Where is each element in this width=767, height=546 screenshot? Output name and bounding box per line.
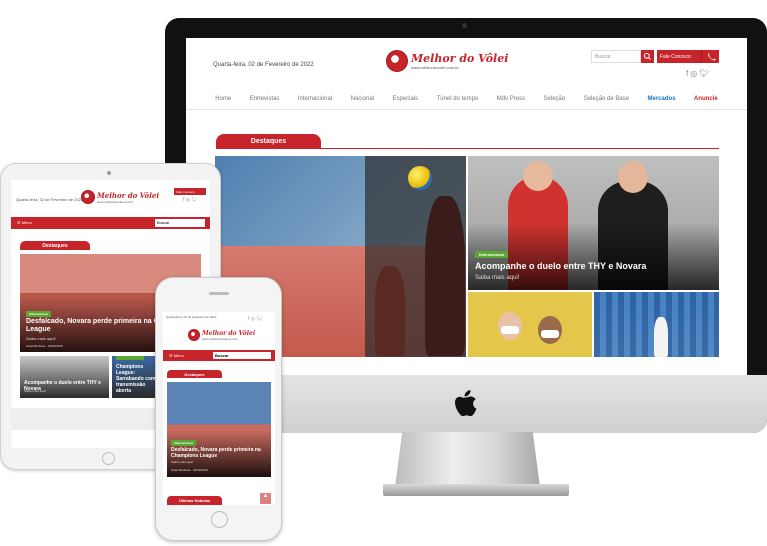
menu-label: Menu [21, 220, 32, 225]
section-tab-destaques: Destaques [216, 134, 321, 149]
phone-speaker [209, 292, 229, 295]
volleyball-logo-icon [188, 329, 200, 341]
menu-label: Menu [173, 353, 184, 358]
search-input[interactable]: Buscar [213, 352, 271, 359]
tablet-home-button[interactable] [102, 452, 115, 465]
card-meta: Israel Barbosa · 02/02/2022 [171, 468, 209, 472]
nav-item-selecao[interactable]: Seleção [544, 96, 566, 109]
chevron-up-icon: ▲ [262, 493, 269, 499]
news-card-small[interactable] [594, 292, 719, 357]
site-logo[interactable]: Melhor do Vôlei www.melhordovolei.com.br [188, 329, 255, 341]
category-badge[interactable] [116, 356, 144, 360]
nav-item-selecao-de-base[interactable]: Seleção de Base [584, 96, 629, 109]
social-icons: f ◎ 🐦︎ [248, 316, 263, 322]
hero-player [425, 196, 465, 356]
hero-player [375, 266, 405, 356]
webcam [462, 23, 467, 28]
tablet-camera [107, 171, 111, 175]
nav-item-anuncie[interactable]: Anuncie [694, 96, 718, 109]
card-title[interactable]: Desfalcado, Novara perde primeira na Cha… [171, 447, 269, 459]
section-tab-ultimas-noticias: Últimas Notícias [167, 496, 222, 505]
phone-icon [708, 53, 716, 61]
nav-item-nacional[interactable]: Nacional [351, 96, 374, 109]
contact-button[interactable]: Fale Conosco [174, 188, 206, 195]
card-face-mask [501, 326, 519, 334]
phone-home-button[interactable] [211, 511, 228, 528]
site-header: Quarta-feira, 02 de Fevereiro de 2022 Me… [186, 38, 747, 88]
nav-item-home[interactable]: Home [215, 96, 231, 109]
scroll-to-top-button[interactable]: ▲ [260, 493, 271, 504]
logo-url: www.melhordovolei.com.br [202, 336, 238, 341]
logo-text: Melhor do Vôlei [202, 329, 256, 337]
card-player [654, 317, 668, 357]
volleyball-image [408, 166, 432, 190]
phone-screen: Quarta-feira, 02 de Fevereiro de 2022 f … [163, 312, 275, 505]
search-icon [643, 52, 651, 60]
search-button[interactable] [641, 50, 654, 63]
card-subtitle: Saiba mais aqui! [24, 389, 47, 393]
logo-url: www.melhordovolei.com.br [411, 65, 459, 70]
menu-button[interactable]: ☰ Menu [17, 220, 32, 225]
nav-item-tunel-do-tempo[interactable]: Túnel do tempo [437, 96, 479, 109]
section-divider [216, 148, 719, 149]
category-badge[interactable]: Internacional [26, 311, 51, 317]
phone-button[interactable] [701, 50, 719, 63]
site-logo[interactable]: Melhor do Vôlei www.melhordovolei.com.br [386, 50, 508, 72]
nav-item-mdv-press[interactable]: Mdv Press [497, 96, 525, 109]
search-input[interactable]: Buscar [591, 50, 641, 63]
site-logo[interactable]: Melhor do Vôlei www.melhordovolei.com.br [81, 190, 159, 204]
logo-url: www.melhordovolei.com.br [97, 199, 133, 204]
menu-button[interactable]: ☰ Menu [169, 353, 184, 358]
logo-text: Melhor do Vôlei [97, 190, 159, 200]
header-date: Quarta-feira, 02 de Fevereiro de 2022 [16, 197, 84, 202]
card-subtitle: Saiba mais aqui! [475, 275, 520, 281]
card-person-head [618, 161, 648, 193]
volleyball-logo-icon [81, 190, 95, 204]
logo-text: Melhor do Vôlei [411, 52, 509, 65]
news-card-featured[interactable]: Internacional Acompanhe o duelo entre TH… [468, 156, 719, 290]
apple-logo-icon [455, 390, 477, 416]
header-date: Quarta-feira, 02 de Fevereiro de 2022 [213, 62, 314, 68]
social-icons: f ◎ 🐦︎ [183, 197, 198, 203]
card-face-mask [541, 330, 559, 338]
news-card-small[interactable]: Acompanhe o duelo entre THY e Novara Sai… [20, 356, 109, 398]
twitter-icon[interactable]: 🐦︎ [699, 69, 711, 78]
card-title[interactable]: Champions League: Sarrabando com transmi… [116, 364, 160, 394]
main-nav: Home Entrevistas Internacional Nacional … [186, 96, 747, 110]
nav-item-internacional[interactable]: Internacional [298, 96, 332, 109]
mobile-menu-bar: ☰ Menu Buscar [163, 350, 275, 361]
card-meta: Israel Barbosa · 02/02/2022 [26, 344, 64, 348]
imac-stand-neck [395, 432, 540, 487]
imac-stand-foot [383, 484, 569, 496]
nav-item-especiais[interactable]: Especiais [392, 96, 418, 109]
section-tab-destaques: Destaques [167, 370, 222, 378]
social-icons: f◎🐦︎ [686, 69, 711, 78]
card-subtitle: Saiba mais aqui! [171, 460, 194, 464]
category-badge[interactable]: Internacional [475, 251, 508, 258]
section-tab-destaques: Destaques [20, 241, 90, 250]
card-title[interactable]: Acompanhe o duelo entre THY e Novara [475, 261, 646, 271]
card-subtitle: Saiba mais aqui! [26, 336, 56, 341]
category-badge[interactable]: Internacional [171, 440, 196, 446]
nav-item-mercados[interactable]: Mercados [648, 96, 676, 109]
header-date: Quarta-feira, 02 de Fevereiro de 2022 [166, 315, 217, 319]
hero-news-card[interactable]: Internacional Desfalcado, Novara perde p… [167, 382, 271, 477]
search-input[interactable]: Buscar [155, 219, 205, 227]
card-person-head [523, 161, 553, 191]
instagram-icon[interactable]: ◎ [690, 69, 699, 78]
contact-button[interactable]: Fale Conosco [657, 50, 701, 63]
nav-item-entrevistas[interactable]: Entrevistas [250, 96, 280, 109]
volleyball-logo-icon [386, 50, 408, 72]
news-card-small[interactable] [468, 292, 592, 357]
device-mockup-stage: Quarta-feira, 02 de Fevereiro de 2022 Me… [0, 0, 767, 546]
mobile-menu-bar: ☰ Menu Buscar [11, 217, 210, 229]
